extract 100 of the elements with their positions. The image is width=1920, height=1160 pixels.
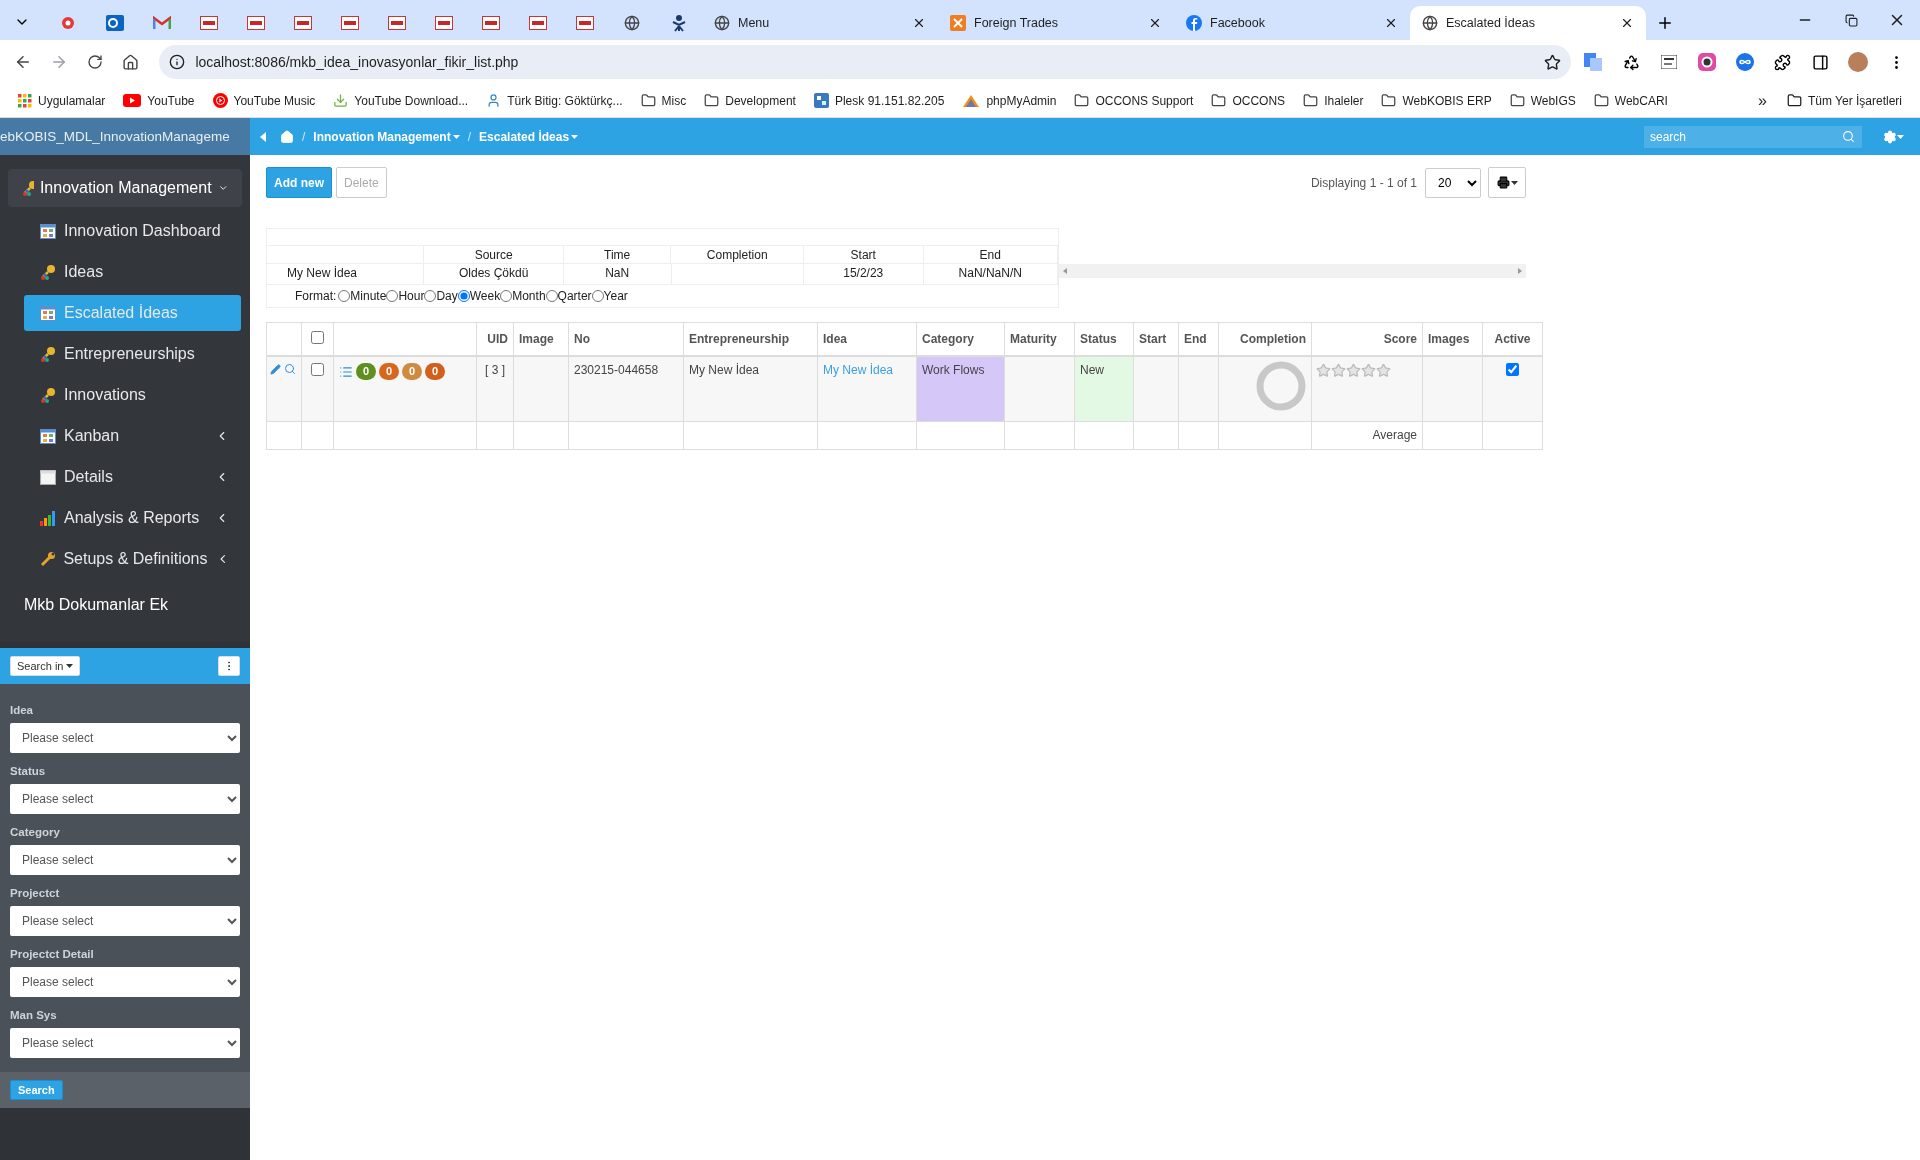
bookmark-item[interactable]: Ihaleler <box>1295 89 1372 112</box>
column-header: Entrepreneurship <box>689 331 790 346</box>
translate-icon[interactable] <box>1584 53 1603 71</box>
browser-tab[interactable]: Menu <box>702 6 938 40</box>
column-header: Images <box>1428 331 1470 346</box>
caret-icon <box>571 134 579 139</box>
menu-item[interactable]: Details <box>24 459 241 495</box>
gantt-cell: Oldes Çökdü <box>459 266 529 280</box>
menu-item[interactable]: Innovation Dashboard <box>24 213 241 249</box>
menu-item[interactable]: Analysis & Reports <box>24 500 241 536</box>
more-options-button[interactable] <box>218 656 240 676</box>
menu-item[interactable]: Innovation Management <box>8 169 242 207</box>
caret-icon[interactable] <box>1897 134 1904 139</box>
gantt-header: Start <box>850 248 876 262</box>
menu-item[interactable]: Entrepreneurships <box>24 336 241 372</box>
profile-avatar[interactable] <box>1848 52 1869 72</box>
star-rating[interactable] <box>1316 362 1391 378</box>
record-icon <box>61 17 74 29</box>
bookmark-item[interactable]: Türk Bitig: Göktürkç... <box>478 89 631 112</box>
close-icon[interactable] <box>1620 16 1634 30</box>
bookmark-item[interactable]: Uygulamalar <box>10 89 114 112</box>
bookmark-item[interactable]: Plesk 91.151.82.205 <box>805 89 953 112</box>
bookmark-item[interactable]: YouTube <box>115 89 203 112</box>
collapse-caret-icon[interactable] <box>260 131 266 142</box>
close-icon[interactable] <box>912 16 926 30</box>
column-header: UID <box>487 331 508 346</box>
format-radio[interactable] <box>424 290 437 302</box>
filter-select[interactable]: Please select <box>10 1028 240 1058</box>
star-icon <box>1316 362 1331 378</box>
bookmark-item[interactable]: YouTube Download... <box>325 89 477 112</box>
filter-label: Idea <box>10 704 34 716</box>
more-bookmarks-button[interactable]: » <box>1748 87 1777 114</box>
close-icon[interactable] <box>1384 16 1398 30</box>
new-tab-icon[interactable] <box>1656 14 1674 32</box>
format-radio[interactable] <box>591 290 604 302</box>
completion-ring <box>1256 360 1306 411</box>
browser-tab[interactable]: Facebook <box>1174 6 1410 40</box>
page-size-select[interactable]: 20 <box>1425 167 1481 198</box>
menu-item[interactable]: Mkb Dokumanlar Ek <box>8 586 242 624</box>
search-in-button[interactable]: Search in <box>10 656 81 676</box>
reload-icon[interactable] <box>86 54 103 70</box>
home-icon[interactable] <box>122 53 139 71</box>
mail-icon <box>105 15 124 31</box>
bookmark-item[interactable]: WebCARI <box>1585 89 1676 112</box>
infinity-icon[interactable] <box>1735 53 1754 71</box>
browser-tab[interactable]: Foreign Trades <box>938 6 1174 40</box>
gantt-header: End <box>979 248 1001 262</box>
caret-icon <box>1510 180 1518 185</box>
format-radio[interactable] <box>500 290 513 302</box>
filter-select[interactable]: Please select <box>10 906 240 936</box>
bookmark-item[interactable]: phpMyAdmin <box>954 89 1065 112</box>
filter-select[interactable]: Please select <box>10 784 240 814</box>
close-icon[interactable] <box>1148 16 1162 30</box>
bookmark-item[interactable]: YouTube Music <box>204 89 324 112</box>
bookmark-star-icon[interactable] <box>1544 53 1562 71</box>
settings-icon[interactable] <box>1883 129 1897 144</box>
filter-label: Man Sys <box>10 1009 58 1021</box>
bookmark-item[interactable]: Development <box>696 89 804 112</box>
folder-icon <box>1509 93 1525 108</box>
format-radio[interactable] <box>545 290 558 302</box>
document-icon[interactable] <box>1661 55 1678 69</box>
app-title: ebKOBIS_MDL_InnovationManageme <box>0 118 250 155</box>
restore-icon[interactable] <box>1844 13 1858 27</box>
print-button[interactable] <box>1488 167 1526 198</box>
bookmark-item[interactable]: OCCONS <box>1203 89 1294 112</box>
column-header: Maturity <box>1010 331 1057 346</box>
filter-label: Status <box>10 765 47 777</box>
active-checkbox[interactable] <box>1506 362 1519 376</box>
format-radio[interactable] <box>386 290 399 302</box>
globe-icon <box>714 15 730 31</box>
folder-icon <box>1074 93 1090 108</box>
window-icon <box>40 469 56 485</box>
search-field[interactable]: search <box>1644 125 1862 148</box>
select-all-checkbox[interactable] <box>311 330 324 344</box>
recycle-icon[interactable] <box>1622 53 1640 71</box>
column-header: No <box>574 331 590 346</box>
format-radio[interactable] <box>338 290 351 302</box>
browser-tab[interactable]: Escalated İdeas <box>1410 6 1646 40</box>
bookmark-item[interactable]: OCCONS Support <box>1066 89 1202 112</box>
star-icon <box>1346 362 1361 378</box>
menu-item[interactable]: Innovations <box>24 377 241 413</box>
bookmark-item[interactable]: WebIGS <box>1501 89 1584 112</box>
filter-select[interactable]: Please select <box>10 967 240 997</box>
row-checkbox[interactable] <box>311 362 324 376</box>
address-bar[interactable]: localhost:8086/mkb_idea_inovasyonlar_fikir_list.php <box>159 45 1572 79</box>
menu-item[interactable]: Ideas <box>24 254 241 290</box>
filter-select[interactable]: Please select <box>10 845 240 875</box>
folder-icon <box>1303 93 1319 108</box>
bookmark-item[interactable]: WebKOBIS ERP <box>1373 89 1500 112</box>
video-play-icon <box>123 94 142 107</box>
menu-item[interactable]: Setups & Definitions <box>24 541 241 577</box>
filter-select[interactable]: Please select <box>10 723 240 753</box>
side-panel-icon[interactable] <box>1811 53 1829 71</box>
puzzle-icon[interactable] <box>1774 53 1792 71</box>
bookmark-item[interactable]: Tüm Yer İşaretleri <box>1778 89 1910 112</box>
bookmark-item[interactable]: Misc <box>632 89 695 112</box>
menu-item[interactable]: Kanban <box>24 418 241 454</box>
logo-icon <box>199 16 218 30</box>
edit-icon[interactable] <box>270 363 281 375</box>
format-radio[interactable] <box>457 290 470 302</box>
